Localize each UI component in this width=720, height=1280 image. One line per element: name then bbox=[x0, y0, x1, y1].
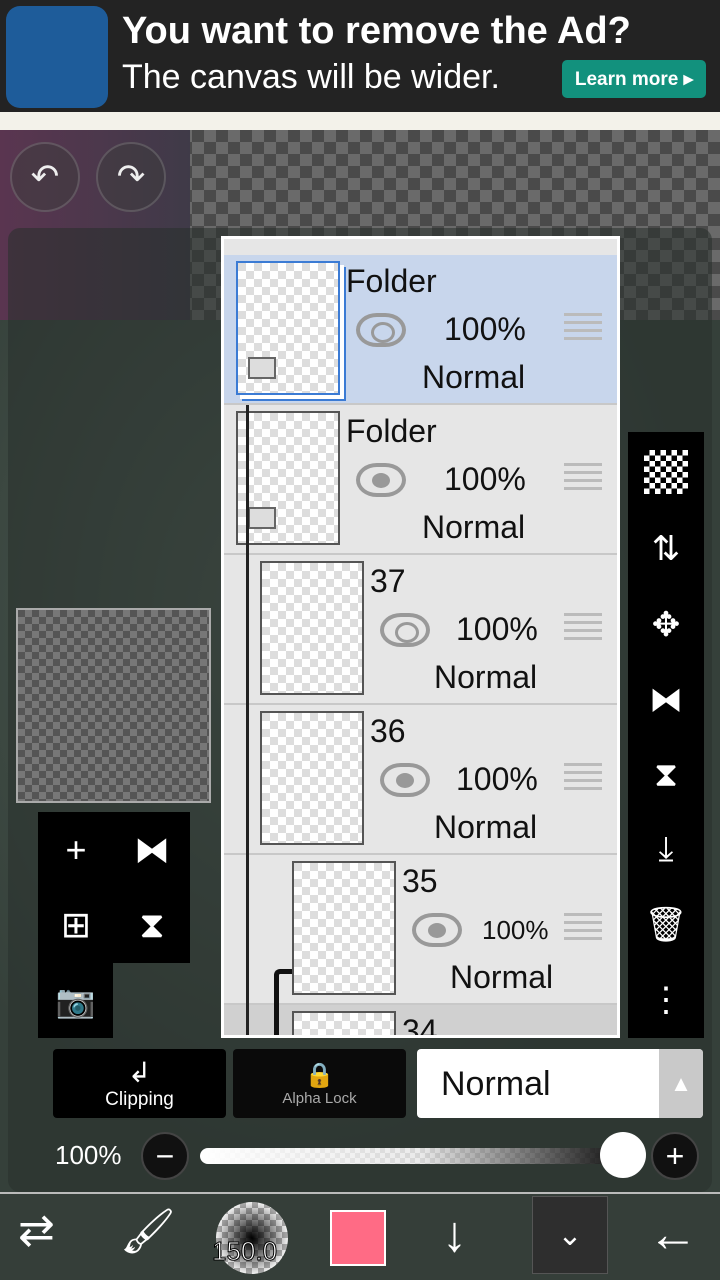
opacity-slider[interactable] bbox=[200, 1148, 640, 1164]
undo-button[interactable]: ↶ bbox=[10, 142, 80, 212]
triangle-up-icon: ▲ bbox=[659, 1049, 703, 1118]
layer-thumbnail bbox=[260, 711, 364, 845]
brush-size-button[interactable]: 150.0 bbox=[211, 1202, 288, 1274]
swap-layers-icon[interactable]: ⇅ bbox=[652, 529, 681, 569]
learn-more-button[interactable]: Learn more ▸ bbox=[562, 60, 706, 98]
layer-thumbnail bbox=[260, 561, 364, 695]
layer-actions: + ⧓ ⊞ ⧗ bbox=[38, 812, 190, 963]
eye-icon[interactable] bbox=[380, 613, 430, 647]
layer-opacity: 100% bbox=[444, 311, 526, 347]
clipping-indicator bbox=[274, 969, 292, 1035]
flip-vertical-icon[interactable]: ⧗ bbox=[654, 756, 678, 795]
folder-icon bbox=[248, 507, 276, 529]
color-swatch[interactable] bbox=[330, 1210, 386, 1266]
opacity-increase-button[interactable]: + bbox=[651, 1132, 699, 1180]
layer-opacity: 100% bbox=[456, 611, 538, 647]
more-icon[interactable]: ⋮ bbox=[649, 980, 683, 1020]
divider bbox=[0, 112, 720, 130]
redo-icon: ↷ bbox=[116, 158, 146, 196]
back-arrow-icon[interactable]: ← bbox=[648, 1205, 698, 1263]
eye-icon[interactable] bbox=[412, 913, 462, 947]
flip-vertical-icon[interactable]: ⧗ bbox=[139, 904, 164, 947]
layer-opacity: 100% bbox=[482, 915, 549, 945]
layer-thumbnail bbox=[236, 261, 340, 395]
flip-horizontal-icon[interactable]: ⧓ bbox=[649, 680, 683, 720]
layer-blend-mode: Normal bbox=[434, 809, 538, 845]
opacity-decrease-button[interactable]: − bbox=[141, 1132, 189, 1180]
clipping-icon: ↲ bbox=[127, 1057, 152, 1088]
layer-blend-mode: Normal bbox=[422, 359, 526, 395]
plus-icon: + bbox=[665, 1137, 685, 1174]
tool-switch-icon[interactable]: ⇄ bbox=[18, 1205, 55, 1256]
brush-icon[interactable]: 🖌 bbox=[120, 1205, 176, 1257]
rotate-flip-icon[interactable]: ⧓ bbox=[134, 829, 170, 871]
layer-blend-mode: Normal bbox=[422, 509, 526, 545]
camera-button[interactable]: 📷 bbox=[38, 963, 113, 1038]
undo-icon: ↶ bbox=[30, 158, 60, 196]
layer-name: 35 bbox=[402, 863, 438, 899]
drag-handle-icon[interactable] bbox=[564, 613, 602, 645]
drag-handle-icon[interactable] bbox=[564, 463, 602, 495]
redo-button[interactable]: ↷ bbox=[96, 142, 166, 212]
layer-panel-toggle[interactable]: ⌄ bbox=[532, 1196, 608, 1274]
blend-mode-select[interactable]: Normal ▲ bbox=[417, 1049, 703, 1118]
transparent-fill-icon[interactable] bbox=[644, 449, 688, 494]
clipping-button[interactable]: ↲ Clipping bbox=[53, 1049, 226, 1118]
layer-row[interactable]: Folder 100% Normal bbox=[224, 405, 617, 555]
ibispaint-logo bbox=[6, 6, 108, 108]
layer-thumbnail bbox=[292, 861, 396, 995]
layer-name: Folder bbox=[346, 263, 437, 299]
drag-handle-icon[interactable] bbox=[564, 913, 602, 945]
layer-name: 34 bbox=[402, 1013, 438, 1038]
folder-tree-line bbox=[246, 405, 249, 1035]
ad-banner[interactable]: You want to remove the Ad? The canvas wi… bbox=[0, 0, 720, 112]
blend-mode-value: Normal bbox=[441, 1065, 551, 1103]
clipping-label: Clipping bbox=[105, 1089, 174, 1110]
layer-toolbar: ⇅ ✥ ⧓ ⧗ ⤓ 🗑 ⋮ bbox=[628, 432, 704, 1038]
minus-icon: − bbox=[155, 1137, 175, 1174]
layer-blend-mode: Normal bbox=[450, 959, 554, 995]
eye-icon[interactable] bbox=[380, 763, 430, 797]
eye-icon[interactable] bbox=[356, 463, 406, 497]
ad-subtitle: The canvas will be wider. bbox=[122, 58, 500, 96]
layer-row[interactable]: 36 100% Normal bbox=[224, 705, 617, 855]
brush-size-value: 150.0 bbox=[211, 1236, 278, 1267]
trash-icon[interactable]: 🗑 bbox=[644, 905, 687, 945]
layer-row[interactable]: Folder 100% Normal bbox=[224, 255, 617, 405]
canvas-preview[interactable] bbox=[16, 608, 211, 803]
layer-list[interactable]: Folder 100% Normal Folder 100% Normal 37… bbox=[221, 236, 620, 1038]
opacity-label: 100% bbox=[55, 1140, 122, 1170]
layer-thumbnail bbox=[236, 411, 340, 545]
move-icon[interactable]: ✥ bbox=[652, 605, 681, 645]
alpha-lock-label: Alpha Lock bbox=[282, 1089, 357, 1107]
layer-thumbnail bbox=[292, 1011, 396, 1035]
drag-handle-icon[interactable] bbox=[564, 313, 602, 345]
ad-title: You want to remove the Ad? bbox=[122, 10, 631, 52]
folder-icon bbox=[248, 357, 276, 379]
layer-opacity: 100% bbox=[456, 761, 538, 797]
layer-name: Folder bbox=[346, 413, 437, 449]
camera-icon: 📷 bbox=[55, 982, 96, 1019]
drag-handle-icon[interactable] bbox=[564, 763, 602, 795]
alpha-lock-button[interactable]: 🔒 Alpha Lock bbox=[233, 1049, 406, 1118]
layer-opacity: 100% bbox=[444, 461, 526, 497]
add-layer-icon[interactable]: + bbox=[65, 829, 86, 871]
double-chevron-down-icon: ⌄ bbox=[557, 1218, 583, 1252]
eye-icon[interactable] bbox=[356, 313, 406, 347]
merge-down-icon[interactable]: ⤓ bbox=[658, 830, 673, 869]
layer-blend-mode: Normal bbox=[434, 659, 538, 695]
layer-name: 37 bbox=[370, 563, 406, 599]
opacity-slider-handle[interactable] bbox=[600, 1132, 646, 1178]
arrow-down-icon[interactable]: ↓ bbox=[442, 1205, 467, 1263]
duplicate-layer-icon[interactable]: ⊞ bbox=[61, 904, 91, 946]
layer-name: 36 bbox=[370, 713, 406, 749]
lock-icon: 🔒 bbox=[304, 1061, 335, 1089]
layer-row[interactable]: 37 100% Normal bbox=[224, 555, 617, 705]
